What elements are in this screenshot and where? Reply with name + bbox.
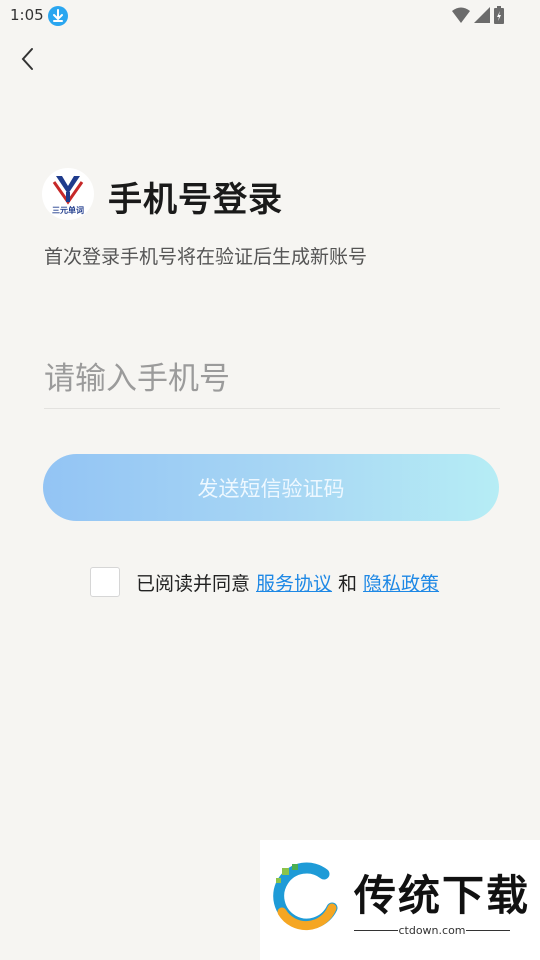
agreement-prefix: 已阅读并同意 [136,572,251,595]
download-icon [48,6,68,26]
status-bar: 1:05 [0,0,540,32]
status-time: 1:05 [10,6,44,24]
agreement-and: 和 [338,572,358,595]
service-agreement-link[interactable]: 服务协议 [256,569,332,596]
page-subtitle: 首次登录手机号将在验证后生成新账号 [44,246,368,268]
watermark-logo-icon [273,862,338,931]
battery-icon [494,6,504,24]
agreement-row: 已阅读并同意 服务协议 和 隐私政策 [90,566,439,598]
chevron-left-icon [21,48,33,70]
back-button[interactable] [14,44,44,74]
app-logo: 三元单词 [42,168,94,220]
watermark-title: 传统下载 [354,871,531,920]
phone-input[interactable] [44,350,500,409]
page-title: 手机号登录 [108,180,283,220]
watermark-rule-right [466,930,510,931]
status-icons [452,5,504,25]
watermark: 传统下载 ctdown.com [260,840,540,960]
signal-icon [474,7,490,23]
logo-text: 三元单词 [52,205,84,215]
agreement-checkbox[interactable] [90,567,120,597]
wifi-icon [452,7,470,23]
send-sms-code-button[interactable]: 发送短信验证码 [43,454,499,521]
privacy-policy-link[interactable]: 隐私政策 [363,569,439,596]
